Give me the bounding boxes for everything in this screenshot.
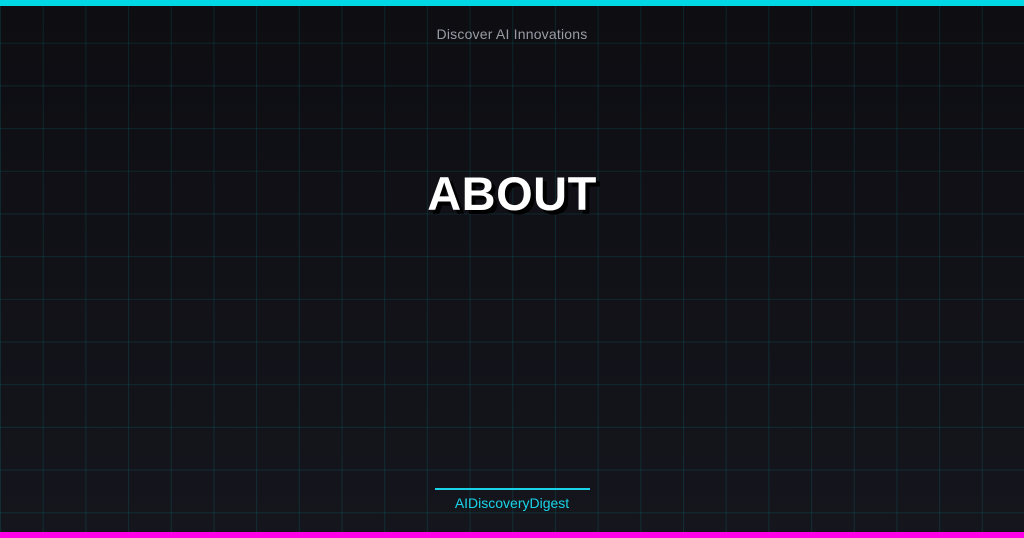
footer-divider xyxy=(434,488,590,490)
top-accent-bar xyxy=(0,0,1024,6)
site-tagline: Discover AI Innovations xyxy=(436,26,588,42)
footer-brand-link[interactable]: AIDiscoveryDigest xyxy=(455,495,569,511)
footer: AIDiscoveryDigest xyxy=(0,488,1024,511)
bottom-accent-bar xyxy=(0,532,1024,538)
grid-background xyxy=(0,0,1024,538)
page-title: ABOUT xyxy=(427,167,597,220)
